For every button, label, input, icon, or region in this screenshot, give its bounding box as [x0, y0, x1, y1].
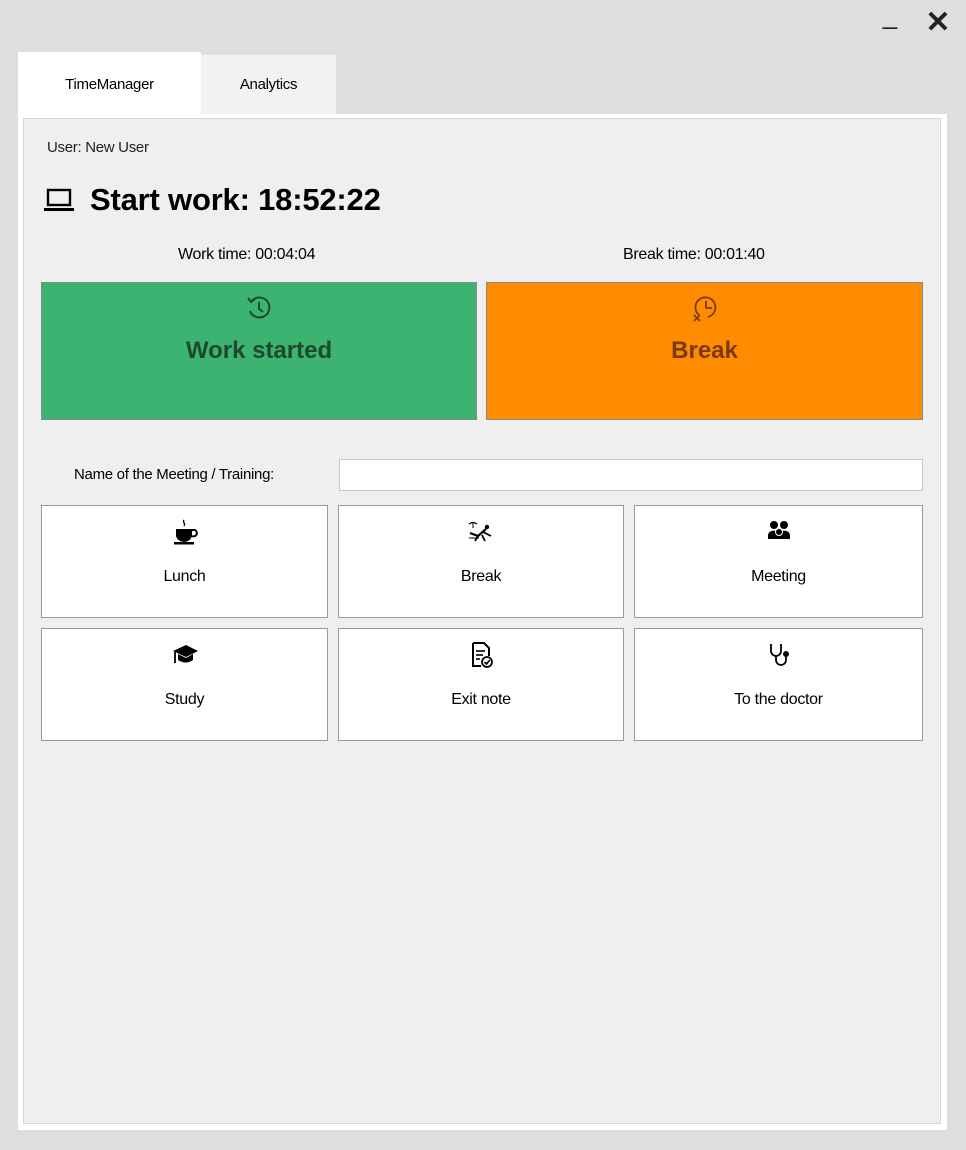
tab-timemanager[interactable]: TimeManager	[18, 52, 201, 116]
work-time-label: Work time: 00:04:04	[178, 246, 316, 263]
doctor-button[interactable]: To the doctor	[634, 628, 923, 741]
people-icon	[767, 521, 790, 539]
study-button[interactable]: Study	[41, 628, 328, 741]
stethoscope-icon	[769, 644, 789, 666]
break-activity-label: Break	[460, 568, 502, 585]
content-area	[23, 118, 941, 1124]
meeting-name-input[interactable]	[339, 459, 923, 491]
tab-panel	[18, 114, 947, 1130]
break-status-label: Break	[671, 337, 738, 364]
minimize-button[interactable]: _	[868, 0, 912, 44]
study-label: Study	[164, 691, 205, 708]
coffee-icon	[173, 519, 198, 545]
document-check-icon	[472, 642, 493, 668]
close-button[interactable]: ✕	[916, 0, 960, 44]
beach-chair-icon	[468, 521, 492, 542]
break-time-label: Break time: 00:01:40	[623, 246, 765, 263]
graduation-cap-icon	[172, 645, 198, 663]
lunch-label: Lunch	[163, 568, 206, 585]
exit-note-button[interactable]: Exit note	[338, 628, 624, 741]
start-work-title: Start work: 18:52:22	[90, 182, 381, 217]
exit-note-label: Exit note	[451, 691, 511, 708]
break-status-button[interactable]: Break	[486, 282, 923, 420]
meeting-button[interactable]: Meeting	[634, 505, 923, 618]
work-started-label: Work started	[185, 337, 333, 364]
user-label: User: New User	[47, 139, 149, 156]
laptop-icon	[44, 188, 74, 211]
start-work-header: Start work: 18:52:22	[44, 178, 381, 222]
work-started-button[interactable]: Work started	[41, 282, 477, 420]
lunch-button[interactable]: Lunch	[41, 505, 328, 618]
doctor-label: To the doctor	[734, 691, 823, 708]
meeting-name-label: Name of the Meeting / Training:	[74, 466, 274, 483]
tab-analytics[interactable]: Analytics	[201, 54, 336, 114]
clock-cancel-icon	[692, 296, 716, 322]
break-activity-button[interactable]: Break	[338, 505, 624, 618]
restart-clock-icon	[247, 296, 271, 319]
meeting-label: Meeting	[751, 568, 806, 585]
